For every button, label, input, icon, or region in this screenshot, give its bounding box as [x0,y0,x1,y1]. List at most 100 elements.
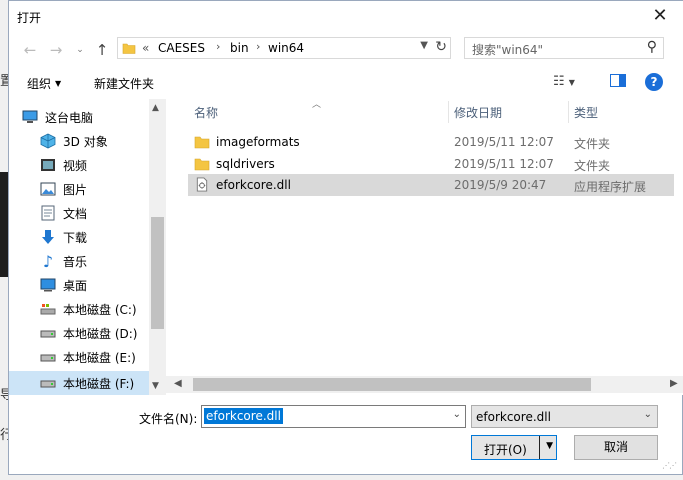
command-toolbar: 组织 ▼ 新建文件夹 ☷ ▼ ? [9,67,683,99]
download-icon [39,229,57,245]
nav-item-documents[interactable]: 文档 [39,201,166,225]
scrollbar-thumb[interactable] [151,217,164,329]
help-icon[interactable]: ? [645,73,663,91]
nav-item-label: 下载 [63,230,88,245]
background-text: 置 [0,74,8,89]
chevron-down-icon[interactable]: ⌄ [644,409,652,420]
preview-pane-glyph [610,74,626,87]
scroll-up-icon[interactable]: ▲ [152,103,159,113]
nav-item-label: 视频 [63,158,88,173]
background-text: 行 [0,428,8,443]
nav-item-drive-f[interactable]: 本地磁盘 (F:) [9,371,149,395]
filetype-select[interactable]: eforkcore.dll ⌄ [471,405,658,428]
breadcrumb-separator[interactable]: › [216,40,220,53]
drive-c-icon [39,301,57,317]
caret-down-icon: ▼ [55,79,62,88]
video-icon [39,157,57,173]
dialog-title: 打开 [17,11,42,25]
search-box[interactable]: 搜索"win64" ⚲ [464,37,664,59]
column-header-date[interactable]: 修改日期 [454,99,502,125]
file-row[interactable]: imageformats 2019/5/11 12:07 文件夹 [188,131,674,153]
file-type: 应用程序扩展 [574,180,647,194]
file-date: 2019/5/11 12:07 [454,135,554,149]
caret-down-icon[interactable]: ▼ [546,441,553,451]
breadcrumb-bin[interactable]: bin [230,41,249,55]
preview-pane-icon[interactable] [610,74,626,91]
address-bar[interactable]: « CAESES › bin › win64 ▼ ↻ [117,37,451,59]
file-row[interactable]: eforkcore.dll 2019/5/9 20:47 应用程序扩展 [188,174,674,196]
nav-item-downloads[interactable]: 下载 [39,225,166,249]
nav-item-label: 音乐 [63,254,88,269]
open-file-dialog: 打开 ✕ ← → ⌄ ↑ « CAESES › bin › win64 ▼ ↻ … [8,0,683,475]
breadcrumb-separator[interactable]: › [256,40,260,53]
recent-locations-chevron-icon[interactable]: ⌄ [71,41,89,59]
nav-item-label: 本地磁盘 (F:) [63,376,135,391]
close-icon[interactable]: ✕ [648,5,672,27]
nav-item-desktop[interactable]: 桌面 [39,273,166,297]
nav-item-drive-d[interactable]: 本地磁盘 (D:) [39,321,166,345]
chevron-down-icon[interactable]: ⌄ [453,409,461,420]
desktop-icon [39,277,57,293]
address-overflow[interactable]: « [142,41,149,55]
search-icon: ⚲ [646,39,657,55]
navigation-scrollbar[interactable]: ▲ ▼ [149,99,166,395]
file-date: 2019/5/11 12:07 [454,157,554,171]
documents-icon [39,205,57,221]
navigation-pane: 这台电脑 3D 对象 视频 图片 文档 下载 ♪ 音乐 桌面 本地磁盘 (C:)… [9,99,166,395]
nav-item-label: 桌面 [63,278,88,293]
column-divider[interactable] [568,101,569,123]
filename-value[interactable]: eforkcore.dll [204,408,283,424]
file-list-scrollbar[interactable]: ◀ ▶ [166,376,683,393]
search-input[interactable]: 搜索"win64" [472,41,543,58]
nav-item-videos[interactable]: 视频 [39,153,166,177]
resize-grip-icon[interactable]: ⋰⋰ [662,461,677,470]
nav-item-label: 图片 [63,182,88,197]
drive-icon [39,349,57,365]
file-name: sqldrivers [216,157,275,171]
column-divider[interactable] [448,101,449,123]
filetype-value: eforkcore.dll [476,410,551,424]
file-name: eforkcore.dll [216,178,291,192]
file-name: imageformats [216,135,300,149]
open-button[interactable]: 打开(O) ▼ [471,435,557,460]
folder-icon [122,43,136,54]
3d-objects-icon [39,133,57,149]
view-options-icon[interactable]: ☷ ▼ [553,74,575,89]
computer-icon [21,109,39,125]
column-header-type[interactable]: 类型 [574,99,598,125]
forward-arrow-icon[interactable]: → [47,41,65,59]
up-arrow-icon[interactable]: ↑ [93,41,111,59]
scroll-left-icon[interactable]: ◀ [174,378,182,389]
nav-item-label: 文档 [63,206,88,221]
nav-item-drive-c[interactable]: 本地磁盘 (C:) [39,297,166,321]
background-dark-panel [0,172,8,277]
music-icon: ♪ [42,251,54,271]
refresh-icon[interactable]: ↻ [435,39,447,55]
nav-item-3d-objects[interactable]: 3D 对象 [39,129,166,153]
nav-item-label: 这台电脑 [45,110,94,125]
scroll-down-icon[interactable]: ▼ [152,381,159,391]
organize-menu[interactable]: 组织 ▼ [27,75,61,92]
nav-item-drive-e[interactable]: 本地磁盘 (E:) [39,345,166,369]
organize-label: 组织 [27,77,52,91]
address-dropdown-icon[interactable]: ▼ [420,40,428,51]
file-row[interactable]: sqldrivers 2019/5/11 12:07 文件夹 [188,153,674,175]
filename-input[interactable]: eforkcore.dll ⌄ [201,405,466,428]
new-folder-button[interactable]: 新建文件夹 [94,75,154,92]
scrollbar-thumb[interactable] [193,378,591,391]
split-divider [539,436,540,459]
breadcrumb-caeses[interactable]: CAESES [158,41,205,55]
back-arrow-icon[interactable]: ← [21,41,39,59]
nav-item-pictures[interactable]: 图片 [39,177,166,201]
breadcrumb-win64[interactable]: win64 [268,41,304,55]
nav-item-label: 3D 对象 [63,134,108,149]
file-type: 文件夹 [574,159,611,173]
pictures-icon [39,181,57,197]
cancel-button[interactable]: 取消 [574,435,658,460]
nav-item-music[interactable]: ♪ 音乐 [39,249,166,273]
scroll-right-icon[interactable]: ▶ [670,378,678,389]
dll-file-icon [196,177,208,192]
file-date: 2019/5/9 20:47 [454,178,547,192]
nav-item-this-pc[interactable]: 这台电脑 [21,105,161,129]
column-header-name[interactable]: 名称 [194,99,218,125]
